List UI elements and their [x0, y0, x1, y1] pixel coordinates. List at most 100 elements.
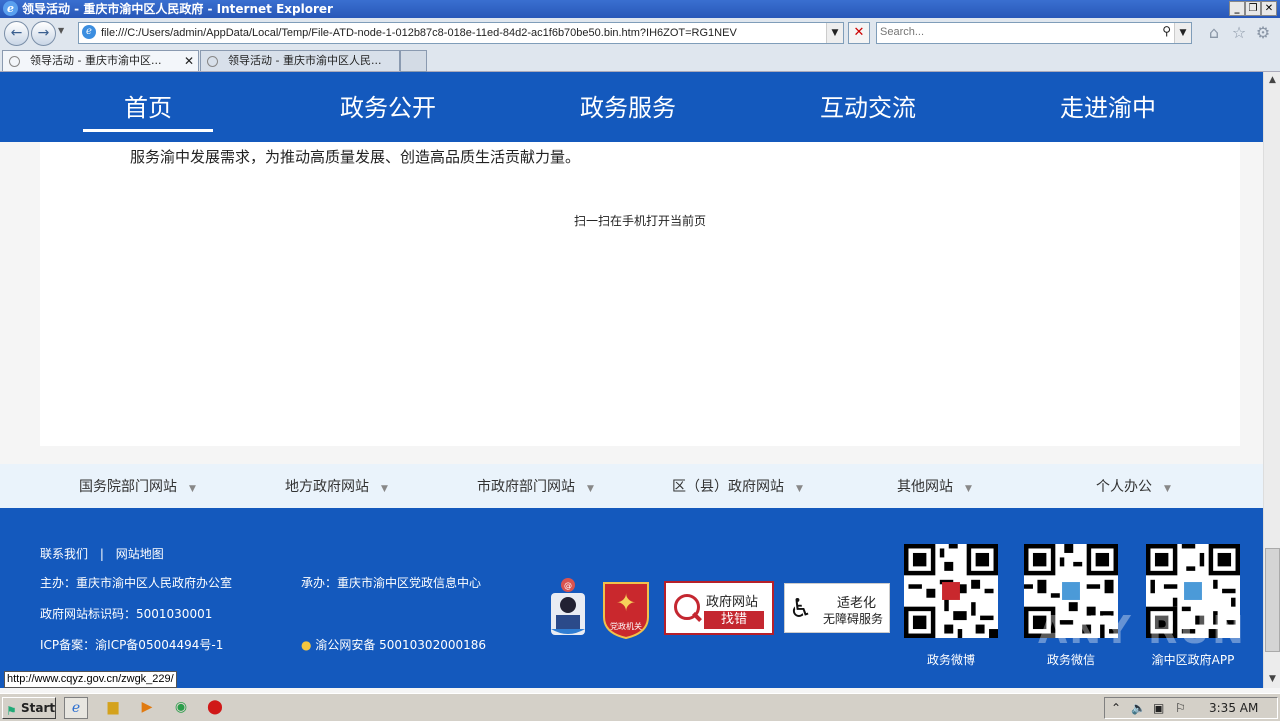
- caret-down-icon: ▼: [189, 484, 196, 494]
- search-box[interactable]: ⚲ ▼: [876, 22, 1192, 44]
- ie-logo-icon: e: [3, 1, 18, 16]
- qr-label-app: 渝中区政府APP: [1151, 653, 1235, 667]
- close-window-button[interactable]: ✕: [1261, 1, 1277, 16]
- flag-notification-icon[interactable]: ⚐: [1175, 698, 1186, 718]
- clock: 3:35 AM: [1209, 701, 1259, 715]
- minimize-button[interactable]: _: [1229, 1, 1245, 16]
- caret-down-icon: ▼: [796, 484, 803, 494]
- search-dropdown-icon[interactable]: ▼: [1174, 23, 1191, 43]
- address-toolbar: ← → ▼ e file:///C:/Users/admin/AppData/L…: [0, 18, 1280, 48]
- link-dropdown-local-gov[interactable]: 地方政府网站 ▼: [285, 464, 388, 508]
- accessibility-label: 无障碍服务: [823, 612, 884, 626]
- status-bar-url: http://www.cqyz.gov.cn/zwgk_229/: [4, 671, 177, 688]
- opera-icon[interactable]: ⬤: [204, 697, 226, 717]
- address-url[interactable]: file:///C:/Users/admin/AppData/Local/Tem…: [101, 23, 737, 43]
- link-label: 个人办公: [1096, 479, 1152, 495]
- restore-button[interactable]: ❐: [1245, 1, 1261, 16]
- chrome-icon[interactable]: ◉: [170, 697, 192, 717]
- search-input[interactable]: [880, 24, 1150, 40]
- magnifier-handle: [692, 612, 702, 622]
- report-btn-title: 政府网站: [706, 595, 759, 610]
- history-dropdown-icon[interactable]: ▼: [58, 26, 64, 35]
- accessibility-title: 适老化: [837, 596, 877, 611]
- footer-site-id: 政府网站标识码：5001030001: [40, 607, 213, 621]
- home-icon[interactable]: ⌂: [1204, 23, 1224, 43]
- windows-flag-icon: ⚑: [6, 704, 17, 718]
- qr-label-wechat: 政务微信: [1046, 653, 1095, 667]
- link-dropdown-district-gov[interactable]: 区（县）政府网站 ▼: [672, 464, 803, 508]
- footer-separator: |: [99, 547, 104, 561]
- link-dropdown-personal-office[interactable]: 个人办公 ▼: [1096, 464, 1171, 508]
- site-nav: 首页 政务公开 政务服务 互动交流 走进渝中: [0, 72, 1263, 142]
- contact-link[interactable]: 联系我们: [40, 547, 88, 561]
- caret-down-icon: ▼: [587, 484, 594, 494]
- address-bar[interactable]: e file:///C:/Users/admin/AppData/Local/T…: [78, 22, 844, 44]
- scrollbar-thumb[interactable]: [1265, 548, 1280, 652]
- new-tab-button[interactable]: [400, 50, 427, 72]
- footer-host: 主办：重庆市渝中区人民政府办公室: [40, 576, 233, 590]
- scroll-up-arrow-icon[interactable]: ▲: [1264, 72, 1280, 89]
- nav-active-underline: [83, 129, 213, 132]
- loading-icon: [207, 56, 218, 67]
- party-gov-badge-icon[interactable]: ✦ 党政机关: [600, 577, 652, 639]
- link-label: 地方政府网站: [285, 479, 369, 495]
- nav-item-interaction[interactable]: 互动交流: [798, 72, 938, 142]
- tab-label: 领导活动 - 重庆市渝中区人民...: [228, 54, 382, 67]
- link-label: 区（县）政府网站: [672, 479, 784, 495]
- accessibility-button[interactable]: ♿ 适老化 无障碍服务: [784, 583, 890, 633]
- scroll-down-arrow-icon[interactable]: ▼: [1264, 671, 1280, 688]
- report-error-button[interactable]: 政府网站 找错: [664, 581, 774, 635]
- footer-police-record[interactable]: ● 渝公网安备 50010302000186: [301, 636, 486, 653]
- qr-hint-text: 扫一扫在手机打开当前页: [573, 214, 706, 228]
- system-tray: ⌃ 🔈 ▣ ⚐ 3:35 AM: [1104, 697, 1278, 719]
- page-icon: e: [82, 25, 96, 39]
- svg-text:@: @: [564, 581, 572, 590]
- close-tab-icon[interactable]: ✕: [184, 51, 194, 71]
- report-btn-label: 找错: [704, 611, 764, 629]
- nav-item-services[interactable]: 政务服务: [558, 72, 698, 142]
- address-dropdown-icon[interactable]: ▼: [826, 23, 843, 43]
- wheelchair-icon: ♿: [789, 594, 813, 624]
- caret-down-icon: ▼: [1164, 484, 1171, 494]
- anyrun-watermark: ANY RUN: [1038, 608, 1246, 652]
- content-card: [40, 142, 1240, 446]
- back-button[interactable]: ←: [4, 21, 29, 46]
- network-icon[interactable]: ▣: [1153, 698, 1164, 718]
- link-dropdown-state-council[interactable]: 国务院部门网站 ▼: [79, 464, 196, 508]
- tray-expand-icon[interactable]: ⌃: [1111, 698, 1121, 718]
- window-title-bar: e 领导活动 - 重庆市渝中区人民政府 - Internet Explorer …: [0, 0, 1280, 18]
- link-dropdown-city-departments[interactable]: 市政府部门网站 ▼: [477, 464, 594, 508]
- badge-label: 党政机关: [610, 621, 642, 631]
- gear-icon[interactable]: ⚙: [1253, 23, 1273, 43]
- tab-bar: 领导活动 - 重庆市渝中区... ✕ 领导活动 - 重庆市渝中区人民...: [0, 48, 1280, 72]
- police-record-text: 渝公网安备 50010302000186: [315, 638, 487, 652]
- footer-organizer: 承办：重庆市渝中区党政信息中心: [301, 576, 482, 590]
- folder-icon[interactable]: ▆: [102, 697, 124, 717]
- caret-down-icon: ▼: [381, 484, 388, 494]
- taskbar: ⚑ Start e ▆ ▶ ◉ ⬤ ⌃ 🔈 ▣ ⚐ 3:35 AM: [0, 693, 1280, 721]
- related-links-bar: 国务院部门网站 ▼ 地方政府网站 ▼ 市政府部门网站 ▼ 区（县）政府网站 ▼ 其他网站…: [0, 464, 1263, 508]
- forward-button[interactable]: →: [31, 21, 56, 46]
- media-player-icon[interactable]: ▶: [136, 697, 158, 717]
- volume-icon[interactable]: 🔈: [1131, 698, 1146, 718]
- favorites-star-icon[interactable]: ☆: [1229, 23, 1249, 43]
- tab-active[interactable]: 领导活动 - 重庆市渝中区... ✕: [2, 50, 199, 71]
- stop-button[interactable]: ✕: [848, 22, 870, 44]
- ie-taskbar-icon[interactable]: e: [64, 697, 88, 719]
- loading-icon: [9, 56, 20, 67]
- link-label: 市政府部门网站: [477, 479, 575, 495]
- search-icon[interactable]: ⚲: [1162, 24, 1171, 38]
- article-text: 服务渝中发展需求，为推动高质量发展、创造高品质生活贡献力量。: [130, 148, 581, 166]
- tab-inactive[interactable]: 领导活动 - 重庆市渝中区人民...: [200, 50, 400, 71]
- link-label: 国务院部门网站: [79, 479, 177, 495]
- nav-item-about[interactable]: 走进渝中: [1038, 72, 1178, 142]
- sitemap-link[interactable]: 网站地图: [116, 547, 164, 561]
- vertical-scrollbar[interactable]: ▲ ▼: [1263, 72, 1280, 688]
- footer-icp[interactable]: ICP备案：渝ICP备05004494号-1: [40, 636, 223, 653]
- link-dropdown-other-sites[interactable]: 其他网站 ▼: [897, 464, 972, 508]
- svg-text:✦: ✦: [616, 589, 636, 617]
- start-button[interactable]: ⚑ Start: [2, 697, 56, 719]
- link-label: 其他网站: [897, 479, 953, 495]
- nav-item-gov-affairs[interactable]: 政务公开: [318, 72, 458, 142]
- cyber-police-badge-icon[interactable]: @: [548, 577, 588, 639]
